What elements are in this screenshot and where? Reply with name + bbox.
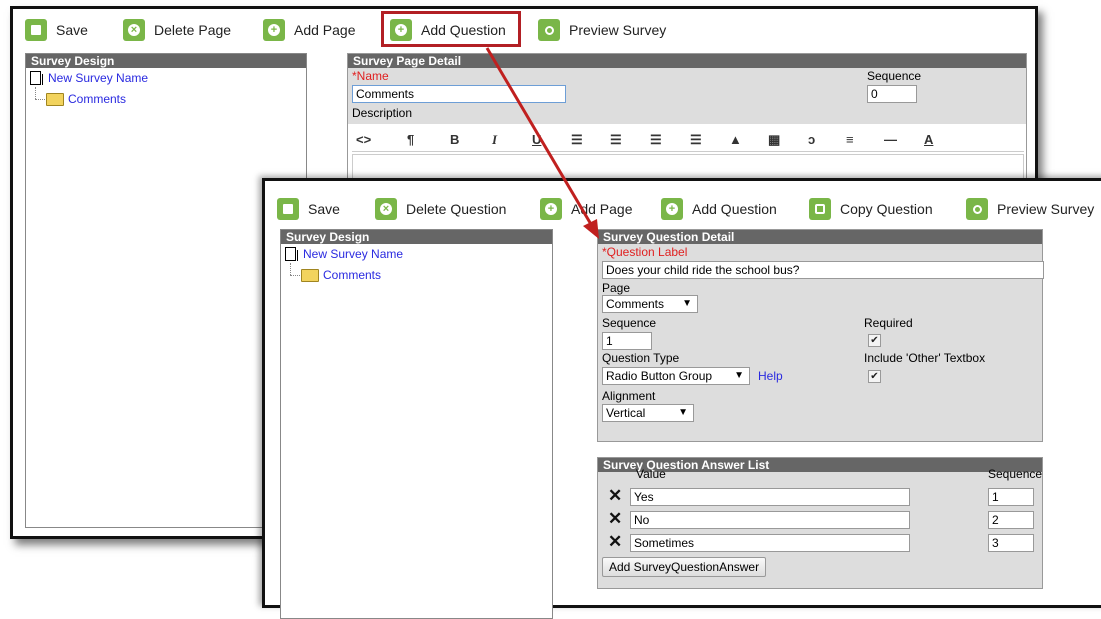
toolbar: Save × Delete Page + Add Page + Add Ques… xyxy=(13,9,1035,55)
dropdown-arrow-icon: ▼ xyxy=(734,370,744,381)
plus-icon: + xyxy=(263,19,285,41)
panel-header: Survey Design xyxy=(281,230,552,244)
link-icon[interactable]: ↄ xyxy=(808,132,815,147)
indent-icon[interactable]: ☰ xyxy=(690,132,702,148)
paragraph-icon[interactable]: ¶ xyxy=(407,132,414,147)
sequence-label: Sequence xyxy=(867,69,922,83)
preview-survey-button[interactable]: Preview Survey xyxy=(966,197,1094,221)
tree-survey-node[interactable]: New Survey Name xyxy=(30,71,148,85)
question-label-input[interactable]: Does your child ride the school bus? xyxy=(602,261,1044,279)
delete-icon: × xyxy=(123,19,145,41)
folder-icon xyxy=(46,92,64,106)
name-label: *Name xyxy=(352,69,389,83)
dropdown-arrow-icon: ▼ xyxy=(682,298,692,309)
save-button[interactable]: Save xyxy=(25,18,88,42)
question-editor-window: Save × Delete Question + Add Page + Add … xyxy=(262,178,1101,619)
description-label: Description xyxy=(352,106,413,120)
sequence-column-header: Sequence xyxy=(988,467,1043,481)
save-icon xyxy=(277,198,299,220)
add-question-highlight xyxy=(381,11,521,47)
sequence-input[interactable]: 0 xyxy=(867,85,917,103)
survey-design-panel: Survey Design New Survey Name Comments xyxy=(280,229,553,619)
delete-icon: × xyxy=(375,198,397,220)
alignment-select[interactable]: Vertical ▼ xyxy=(602,404,694,422)
horizontal-rule-icon[interactable]: — xyxy=(884,132,897,147)
editor-toolbar: <> ¶ B I U ☰ ☰ ☰ ☰ ▲ ▦ ↄ ≡ — A xyxy=(352,124,1024,152)
bullet-list-icon[interactable]: ☰ xyxy=(571,132,583,148)
panel-header: Survey Page Detail xyxy=(348,54,1026,68)
survey-question-detail-panel: Survey Question Detail *Question Label D… xyxy=(597,229,1044,442)
magnifier-icon xyxy=(538,19,560,41)
required-checkbox[interactable]: ✔ xyxy=(868,334,881,347)
copy-icon xyxy=(809,198,831,220)
plus-icon: + xyxy=(540,198,562,220)
answer-value-input[interactable]: Sometimes xyxy=(630,534,910,552)
help-link[interactable]: Help xyxy=(758,369,783,383)
survey-question-answer-list-panel: Survey Question Answer List Value Sequen… xyxy=(597,457,1043,589)
image-icon[interactable]: ▲ xyxy=(729,132,742,147)
align-icon[interactable]: ≡ xyxy=(846,132,854,147)
answer-sequence-input[interactable]: 3 xyxy=(988,534,1034,552)
sequence-input[interactable]: 1 xyxy=(602,332,652,350)
alignment-label: Alignment xyxy=(602,389,656,403)
tree-page-node[interactable]: Comments xyxy=(301,268,381,282)
page-label: Page xyxy=(602,281,631,295)
bold-icon[interactable]: B xyxy=(450,132,459,147)
question-type-select[interactable]: Radio Button Group ▼ xyxy=(602,367,750,385)
page-select[interactable]: Comments ▼ xyxy=(602,295,698,313)
numbered-list-icon[interactable]: ☰ xyxy=(610,132,622,148)
magnifier-icon xyxy=(966,198,988,220)
outdent-icon[interactable]: ☰ xyxy=(650,132,662,148)
delete-page-button[interactable]: × Delete Page xyxy=(123,18,231,42)
copy-question-button[interactable]: Copy Question xyxy=(809,197,933,221)
answer-value-input[interactable]: Yes xyxy=(630,488,910,506)
sequence-label: Sequence xyxy=(602,316,657,330)
preview-survey-button[interactable]: Preview Survey xyxy=(538,18,666,42)
table-icon[interactable]: ▦ xyxy=(768,132,780,148)
page-name-input[interactable]: Comments xyxy=(352,85,566,103)
add-survey-question-answer-button[interactable]: Add SurveyQuestionAnswer xyxy=(602,557,767,577)
save-button[interactable]: Save xyxy=(277,197,340,221)
add-question-button[interactable]: + Add Question xyxy=(661,197,777,221)
add-page-button[interactable]: + Add Page xyxy=(540,197,633,221)
underline-icon[interactable]: U xyxy=(532,132,541,147)
answer-sequence-input[interactable]: 1 xyxy=(988,488,1034,506)
tree-page-node[interactable]: Comments xyxy=(46,92,126,106)
answer-sequence-input[interactable]: 2 xyxy=(988,511,1034,529)
answer-value-input[interactable]: No xyxy=(630,511,910,529)
add-page-button[interactable]: + Add Page xyxy=(263,18,356,42)
document-icon xyxy=(30,71,43,85)
question-type-label: Question Type xyxy=(602,351,680,365)
tree-survey-node[interactable]: New Survey Name xyxy=(285,247,403,261)
font-color-icon[interactable]: A xyxy=(924,132,933,147)
folder-icon xyxy=(301,268,319,282)
source-icon[interactable]: <> xyxy=(356,132,371,147)
document-icon xyxy=(285,247,298,261)
include-other-label: Include 'Other' Textbox xyxy=(864,351,986,365)
question-label-label: *Question Label xyxy=(602,245,688,259)
panel-header: Survey Question Detail xyxy=(598,230,1042,244)
panel-header: Survey Design xyxy=(26,54,306,68)
required-label: Required xyxy=(864,316,913,330)
italic-icon[interactable]: I xyxy=(492,132,497,148)
toolbar: Save × Delete Question + Add Page + Add … xyxy=(265,181,1101,227)
plus-icon: + xyxy=(661,198,683,220)
delete-answer-icon[interactable]: ✕ xyxy=(608,487,622,504)
delete-answer-icon[interactable]: ✕ xyxy=(608,510,622,527)
delete-answer-icon[interactable]: ✕ xyxy=(608,533,622,550)
delete-question-button[interactable]: × Delete Question xyxy=(375,197,506,221)
include-other-checkbox[interactable]: ✔ xyxy=(868,370,881,383)
dropdown-arrow-icon: ▼ xyxy=(678,407,688,418)
value-column-header: Value xyxy=(636,467,666,481)
save-icon xyxy=(25,19,47,41)
